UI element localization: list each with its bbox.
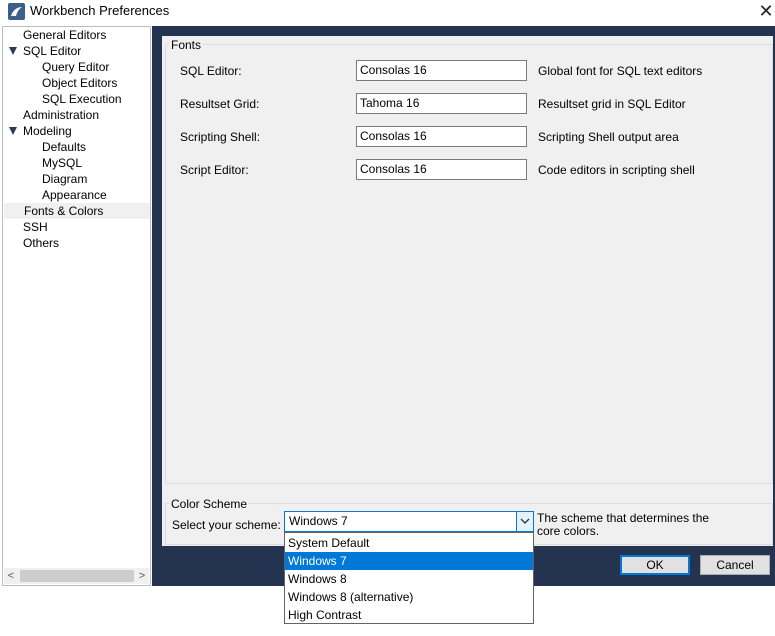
tree-item-ssh[interactable]: SSH — [23, 219, 48, 235]
scripting-shell-font-field[interactable]: Consolas 16 — [356, 126, 527, 147]
script-editor-font-desc: Code editors in scripting shell — [538, 163, 695, 177]
expand-arrow-icon[interactable] — [9, 47, 17, 55]
script-editor-font-label: Script Editor: — [180, 163, 249, 177]
expand-arrow-icon[interactable] — [9, 127, 17, 135]
scheme-option-system-default[interactable]: System Default — [285, 534, 533, 552]
scheme-option-high-contrast[interactable]: High Contrast — [285, 606, 533, 624]
sql-editor-font-desc: Global font for SQL text editors — [538, 64, 703, 78]
tree-item-query-editor[interactable]: Query Editor — [42, 59, 109, 75]
resultset-grid-font-desc: Resultset grid in SQL Editor — [538, 97, 686, 111]
tree-item-general-editors[interactable]: General Editors — [23, 27, 106, 43]
tree-item-diagram[interactable]: Diagram — [42, 171, 87, 187]
color-scheme-group-title: Color Scheme — [169, 497, 250, 511]
preferences-tree: General Editors SQL Editor Query Editor … — [2, 26, 151, 586]
scripting-shell-font-desc: Scripting Shell output area — [538, 130, 679, 144]
scrollbar-thumb[interactable] — [20, 570, 134, 582]
scheme-select[interactable]: Windows 7 — [284, 511, 534, 532]
window-title: Workbench Preferences — [30, 3, 170, 18]
tree-item-fonts-colors[interactable]: Fonts & Colors — [4, 203, 150, 219]
scheme-option-windows-8[interactable]: Windows 8 — [285, 570, 533, 588]
scroll-left-icon[interactable]: < — [4, 568, 18, 584]
chevron-down-icon[interactable] — [516, 512, 533, 531]
tree-item-object-editors[interactable]: Object Editors — [42, 75, 117, 91]
tree-item-modeling[interactable]: Modeling — [23, 123, 72, 139]
mysql-workbench-icon — [8, 3, 25, 20]
tree-item-administration[interactable]: Administration — [23, 107, 99, 123]
scroll-right-icon[interactable]: > — [135, 568, 149, 584]
tree-item-mysql[interactable]: MySQL — [42, 155, 82, 171]
scheme-option-windows-7[interactable]: Windows 7 — [285, 552, 533, 570]
tree-item-appearance[interactable]: Appearance — [42, 187, 107, 203]
cancel-button[interactable]: Cancel — [700, 555, 770, 575]
tree-item-sql-execution[interactable]: SQL Execution — [42, 91, 122, 107]
title-bar: Workbench Preferences ✕ — [0, 0, 775, 24]
tree-item-defaults[interactable]: Defaults — [42, 139, 86, 155]
tree-item-others[interactable]: Others — [23, 235, 59, 251]
sql-editor-font-field[interactable]: Consolas 16 — [356, 60, 527, 81]
resultset-grid-font-field[interactable]: Tahoma 16 — [356, 93, 527, 114]
scheme-option-windows-8-alternative[interactable]: Windows 8 (alternative) — [285, 588, 533, 606]
script-editor-font-field[interactable]: Consolas 16 — [356, 159, 527, 180]
ok-button[interactable]: OK — [620, 555, 690, 575]
tree-item-sql-editor[interactable]: SQL Editor — [23, 43, 81, 59]
horizontal-scrollbar[interactable]: < > — [4, 568, 149, 584]
close-icon[interactable]: ✕ — [757, 1, 775, 21]
sql-editor-font-label: SQL Editor: — [180, 64, 242, 78]
tree-item-label: Fonts & Colors — [24, 204, 104, 218]
resultset-grid-font-label: Resultset Grid: — [180, 97, 260, 111]
scheme-selected-value: Windows 7 — [289, 514, 348, 528]
scheme-description: The scheme that determines the core colo… — [537, 511, 710, 538]
scheme-select-label: Select your scheme: — [172, 518, 281, 532]
scripting-shell-font-label: Scripting Shell: — [180, 130, 261, 144]
fonts-group-title: Fonts — [169, 38, 204, 52]
scheme-dropdown-list: System Default Windows 7 Windows 8 Windo… — [284, 532, 534, 624]
